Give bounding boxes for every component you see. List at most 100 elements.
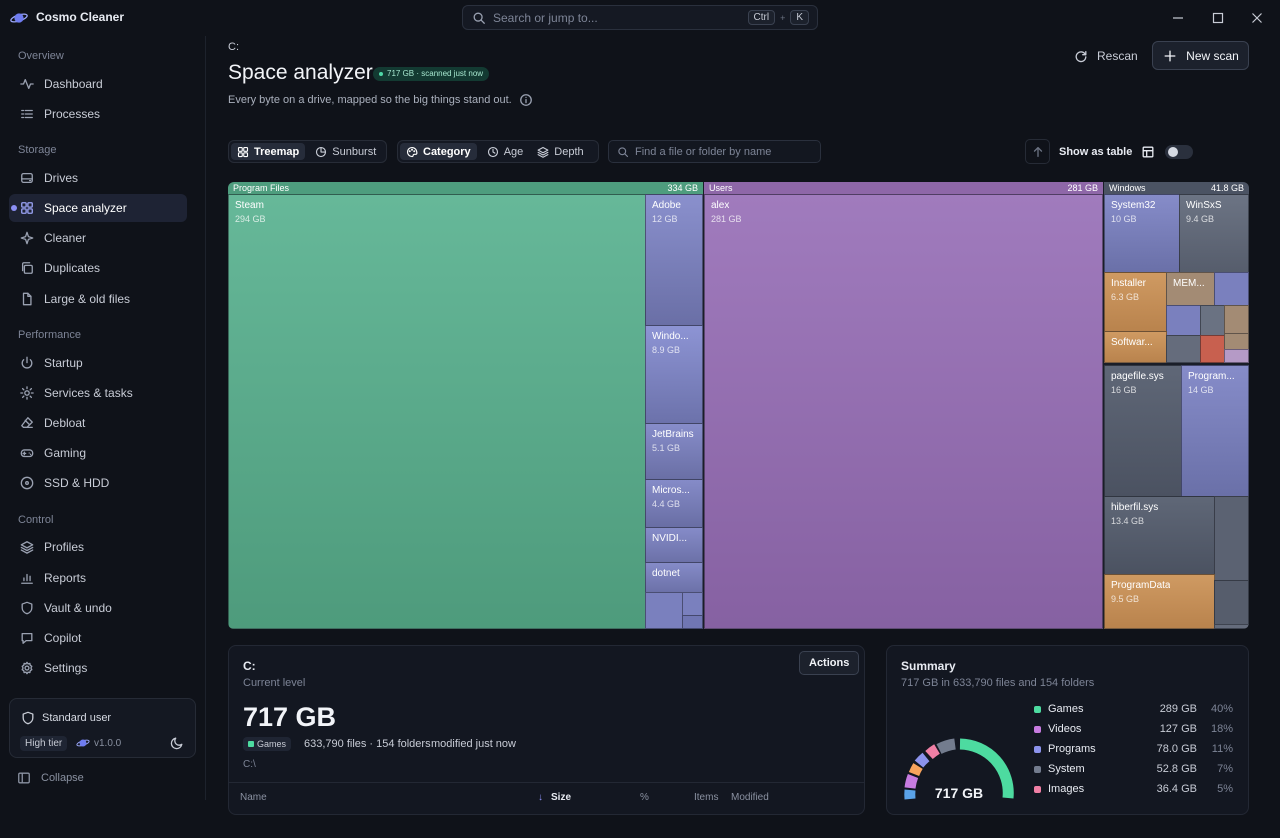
treemap-cell-small[interactable] — [682, 615, 703, 629]
up-level-button[interactable] — [1025, 139, 1050, 164]
tab-label: Depth — [554, 145, 584, 158]
tab-category[interactable]: Category — [400, 143, 477, 160]
legend-percent: 5% — [1217, 783, 1233, 795]
shield-icon — [20, 710, 36, 726]
rescan-button[interactable]: Rescan — [1063, 42, 1148, 70]
sidebar-item-debloat[interactable]: Debloat — [9, 409, 187, 437]
summary-subtitle: 717 GB in 633,790 files and 154 folders — [901, 677, 1095, 689]
section-performance: Performance — [18, 329, 81, 341]
treemap-cell-pagefile[interactable]: pagefile.sys 16 GB — [1104, 365, 1182, 497]
sparkle-icon — [19, 230, 35, 246]
treemap-group-users[interactable]: Users 281 GB — [704, 182, 1103, 194]
sidebar-item-drives[interactable]: Drives — [9, 164, 187, 192]
column-percent[interactable]: % — [640, 792, 649, 803]
cell-size: 4.4 GB — [652, 499, 681, 509]
info-icon[interactable] — [518, 92, 534, 108]
sidebar-item-label: Drives — [44, 171, 79, 185]
treemap-cell-small[interactable] — [1214, 272, 1249, 306]
treemap-cell-small[interactable] — [1166, 305, 1201, 336]
tab-depth[interactable]: Depth — [531, 143, 589, 160]
maximize-icon[interactable] — [1210, 10, 1226, 26]
search-input[interactable]: Search or jump to... Ctrl + K — [462, 5, 818, 30]
search-icon — [617, 146, 629, 158]
sidebar-item-profiles[interactable]: Profiles — [9, 533, 187, 561]
moon-icon[interactable] — [169, 735, 185, 751]
sidebar-item-copilot[interactable]: Copilot — [9, 624, 187, 652]
treemap-group-windows[interactable]: Windows 41.8 GB — [1104, 182, 1249, 194]
sidebar-item-large-old-files[interactable]: Large & old files — [9, 285, 187, 313]
treemap-cell-programdata[interactable]: ProgramData 9.5 GB — [1104, 574, 1215, 629]
treemap-cell-installer[interactable]: Installer 6.3 GB — [1104, 272, 1167, 332]
cell-name: System32 — [1111, 200, 1156, 211]
detail-path: C:\ — [243, 759, 256, 770]
treemap-cell-nvidia[interactable]: NVIDI... — [645, 527, 703, 563]
sidebar-item-reports[interactable]: Reports — [9, 564, 187, 592]
app-title: Cosmo Cleaner — [36, 10, 125, 24]
tab-age[interactable]: Age — [481, 143, 530, 160]
treemap-cell-software[interactable]: Softwar... — [1104, 331, 1167, 363]
sidebar-item-duplicates[interactable]: Duplicates — [9, 254, 187, 282]
treemap-cell-adobe[interactable]: Adobe 12 GB — [645, 194, 703, 326]
treemap-cell-programs[interactable]: Program... 14 GB — [1181, 365, 1249, 497]
column-name[interactable]: Name — [240, 792, 267, 803]
sidebar-item-startup[interactable]: Startup — [9, 349, 187, 377]
treemap-group-program-files[interactable]: Program Files 334 GB — [228, 182, 703, 194]
treemap-cell-dotnet[interactable]: dotnet — [645, 562, 703, 593]
treemap-cell-windows-apps[interactable]: Windo... 8.9 GB — [645, 325, 703, 424]
show-as-table-toggle[interactable] — [1165, 145, 1193, 159]
treemap-cell-small[interactable] — [645, 592, 683, 629]
treemap-cell-small[interactable] — [1214, 496, 1249, 581]
legend-percent: 18% — [1210, 723, 1233, 735]
sidebar-item-dashboard[interactable]: Dashboard — [9, 70, 187, 98]
treemap-cell-small[interactable] — [1200, 335, 1225, 363]
sidebar-item-space-analyzer[interactable]: Space analyzer — [9, 194, 187, 222]
sidebar-item-vault-undo[interactable]: Vault & undo — [9, 594, 187, 622]
donut-chart: 717 GB — [904, 738, 1014, 801]
group-name: Users — [709, 183, 733, 193]
treemap-cell-steam[interactable]: Steam 294 GB — [228, 194, 646, 629]
breadcrumb[interactable]: C: — [228, 41, 239, 53]
tab-sunburst[interactable]: Sunburst — [309, 143, 382, 160]
sidebar-item-gaming[interactable]: Gaming — [9, 439, 187, 467]
sidebar-item-ssd-hdd[interactable]: SSD & HDD — [9, 469, 187, 497]
new-scan-button[interactable]: New scan — [1152, 41, 1249, 70]
treemap-cell-hiberfil[interactable]: hiberfil.sys 13.4 GB — [1104, 496, 1215, 575]
treemap-cell-small[interactable] — [1224, 305, 1249, 334]
copy-icon — [19, 260, 35, 276]
column-items[interactable]: Items — [694, 792, 718, 803]
column-size[interactable]: Size — [551, 792, 571, 803]
treemap-cell-small[interactable] — [1214, 580, 1249, 625]
treemap-cell-system32[interactable]: System32 10 GB — [1104, 194, 1180, 273]
section-overview: Overview — [18, 50, 64, 62]
cell-name: Steam — [235, 200, 264, 211]
minimize-icon[interactable] — [1170, 10, 1186, 26]
column-modified[interactable]: Modified — [731, 792, 769, 803]
collapse-button[interactable]: Collapse — [16, 770, 84, 786]
close-icon[interactable] — [1249, 10, 1265, 26]
treemap-cell-alex[interactable]: alex 281 GB — [704, 194, 1103, 629]
treemap-cell-jetbrains[interactable]: JetBrains 5.1 GB — [645, 423, 703, 480]
find-input[interactable]: Find a file or folder by name — [608, 140, 821, 163]
treemap-cell-memory-dump[interactable]: MEM... — [1166, 272, 1215, 306]
legend-name: Programs — [1048, 743, 1096, 755]
treemap-cell-small[interactable] — [1214, 624, 1249, 629]
sidebar-item-services-tasks[interactable]: Services & tasks — [9, 379, 187, 407]
section-control: Control — [18, 514, 54, 526]
sidebar-item-cleaner[interactable]: Cleaner — [9, 224, 187, 252]
sidebar-item-label: Processes — [44, 107, 101, 121]
sidebar-item-settings[interactable]: Settings — [9, 654, 187, 682]
treemap-cell-small[interactable] — [1166, 335, 1201, 363]
actions-button[interactable]: Actions — [799, 651, 860, 675]
shortcut-key-k: K — [790, 10, 809, 25]
treemap-cell-winsxs[interactable]: WinSxS 9.4 GB — [1179, 194, 1249, 273]
treemap-cell-small[interactable] — [1224, 333, 1249, 350]
new-scan-label: New scan — [1186, 48, 1239, 63]
tab-treemap[interactable]: Treemap — [231, 143, 306, 160]
find-placeholder: Find a file or folder by name — [635, 145, 772, 158]
treemap-cell-small[interactable] — [682, 592, 703, 616]
treemap-cell-small[interactable] — [1200, 305, 1225, 336]
treemap-cell-microsoft[interactable]: Micros... 4.4 GB — [645, 479, 703, 528]
treemap-cell-small[interactable] — [1224, 349, 1249, 363]
sidebar-item-processes[interactable]: Processes — [9, 100, 187, 128]
legend-swatch — [1034, 785, 1041, 793]
